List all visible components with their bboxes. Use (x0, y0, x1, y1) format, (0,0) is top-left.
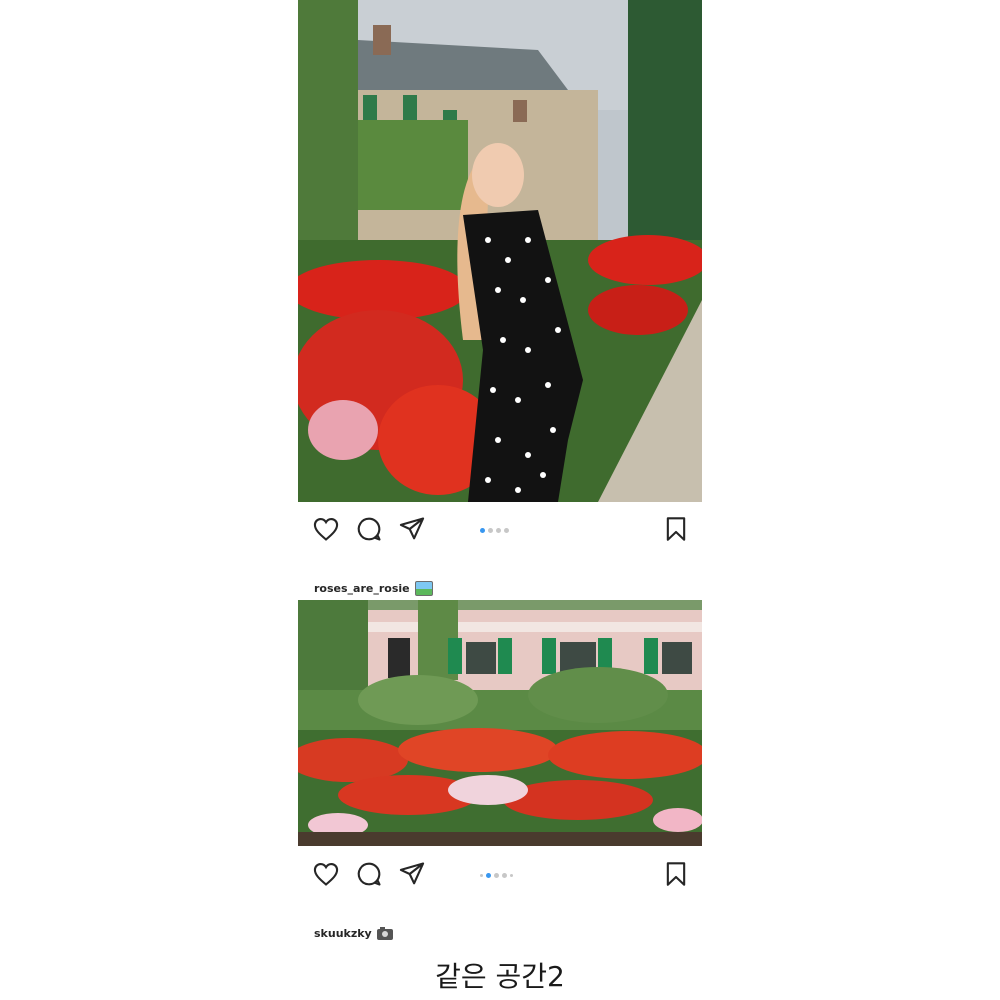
garden-house-image (298, 600, 702, 846)
garden-portrait-image (298, 0, 702, 502)
carousel-dot (494, 872, 499, 878)
comment-icon[interactable] (355, 860, 383, 888)
bookmark-icon[interactable] (662, 860, 690, 888)
share-icon[interactable] (398, 860, 426, 888)
post-username-row: roses_are_rosie (314, 579, 433, 597)
carousel-dot (504, 527, 509, 533)
carousel-dot (480, 873, 483, 877)
carousel-dot (510, 873, 513, 877)
carousel-dot (496, 527, 501, 533)
post-action-bar (298, 511, 702, 547)
carousel-dot (486, 872, 491, 878)
caption-text: 같은 공간2 (435, 960, 565, 993)
carousel-indicator (480, 871, 513, 879)
post-username-row: skuukzky (314, 924, 393, 942)
carousel-dot (502, 872, 507, 878)
carousel-indicator (480, 526, 509, 534)
heart-icon[interactable] (312, 860, 340, 888)
camera-icon (376, 926, 393, 940)
carousel-dot (488, 527, 493, 533)
framed-picture-icon (414, 580, 433, 596)
username-link[interactable]: skuukzky (314, 927, 372, 940)
post-action-bar (298, 856, 702, 892)
username-link[interactable]: roses_are_rosie (314, 582, 410, 595)
comment-icon[interactable] (355, 515, 383, 543)
post-photo-garden-portrait[interactable] (298, 0, 702, 502)
heart-icon[interactable] (312, 515, 340, 543)
post-photo-garden-house[interactable] (298, 600, 702, 846)
bookmark-icon[interactable] (662, 515, 690, 543)
share-icon[interactable] (398, 515, 426, 543)
carousel-dot (480, 527, 485, 533)
